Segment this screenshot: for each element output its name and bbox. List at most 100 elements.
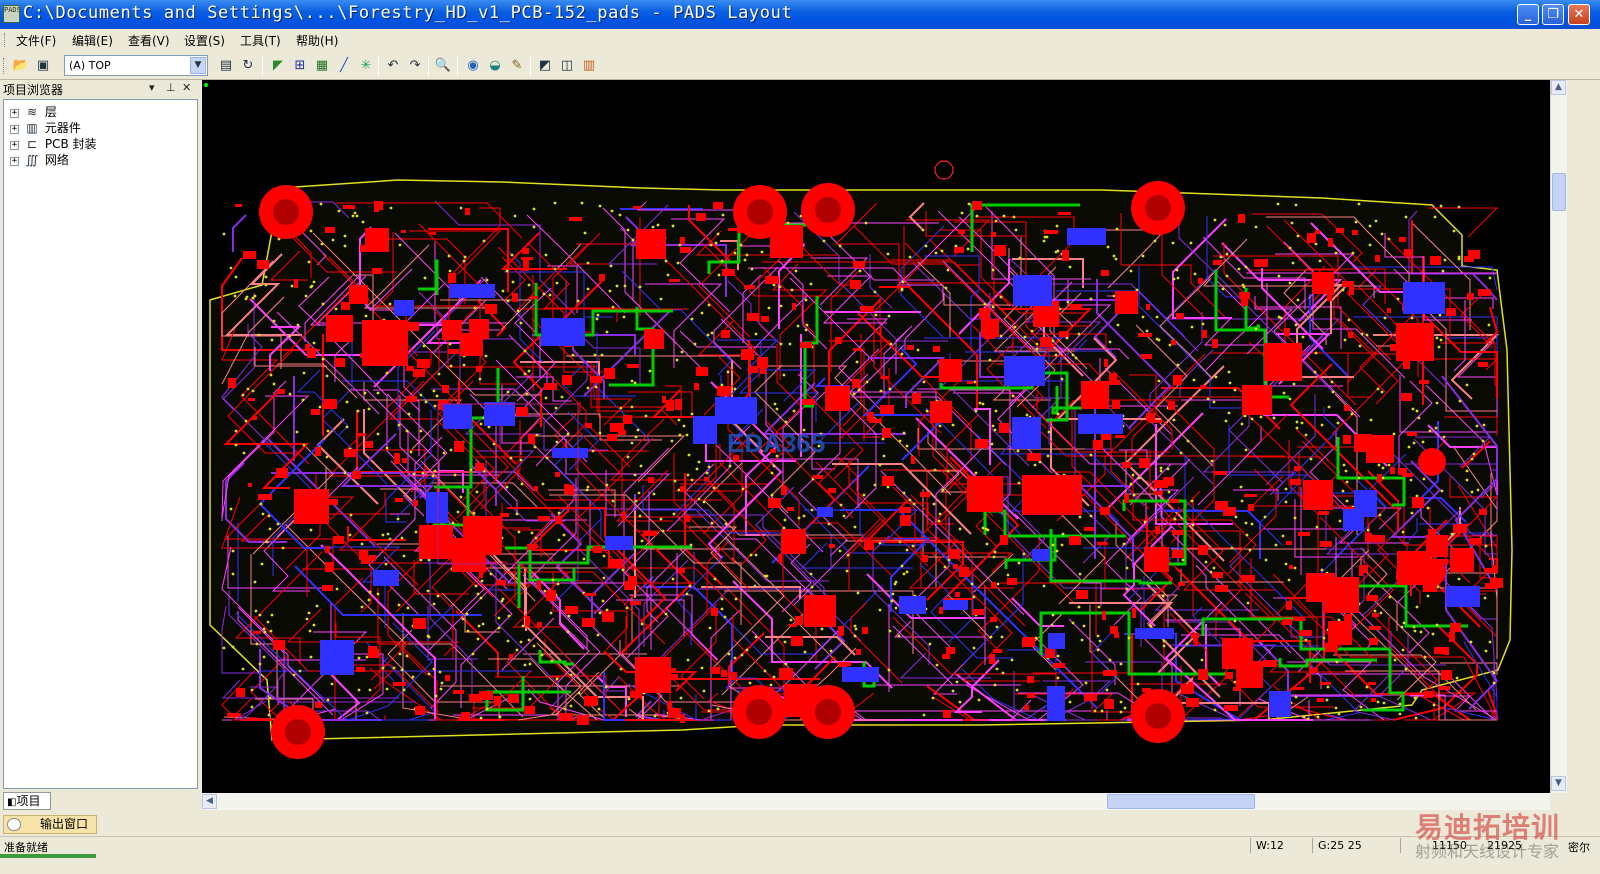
via	[763, 669, 767, 673]
layer-select[interactable]: (A) TOP ▼	[64, 55, 208, 76]
pcb-design-canvas[interactable]: EDA365	[202, 80, 1550, 793]
highlight-icon[interactable]: ✎	[507, 56, 527, 76]
scroll-left-icon[interactable]: ◀	[202, 794, 217, 809]
smd-pad	[973, 609, 984, 615]
tab-project[interactable]: ◧项目	[3, 792, 51, 810]
tree-item-footprints[interactable]: + ⊏ PCB 封装	[10, 135, 97, 151]
via	[680, 350, 684, 354]
pads-icon[interactable]: ▥	[579, 56, 599, 76]
via	[886, 485, 890, 489]
via	[419, 429, 423, 433]
via	[400, 668, 404, 672]
chevron-down-icon[interactable]: ▼	[190, 57, 206, 74]
via	[1157, 338, 1161, 342]
pcb-artwork[interactable]: EDA365	[202, 80, 1550, 793]
via	[1294, 323, 1298, 327]
via	[1071, 621, 1075, 625]
smd-pad	[1401, 393, 1412, 401]
scroll-down-icon[interactable]: ▼	[1551, 776, 1566, 791]
smd-pad	[669, 279, 680, 282]
via	[1225, 274, 1229, 278]
via	[671, 224, 675, 228]
via	[1374, 219, 1378, 223]
report-icon[interactable]: ◩	[535, 56, 555, 76]
maximize-button[interactable]: ❐	[1542, 4, 1564, 25]
via	[475, 490, 479, 494]
horizontal-scrollbar[interactable]: ◀	[202, 793, 1550, 810]
app-icon[interactable]: PADS	[3, 5, 20, 23]
pour-icon[interactable]: ▦	[312, 56, 332, 76]
smd-pad	[1146, 413, 1155, 421]
output-window-tab[interactable]: 输出窗口	[3, 815, 97, 834]
vertical-scrollbar[interactable]: ▲ ▼	[1550, 80, 1567, 793]
expand-icon[interactable]: +	[10, 157, 19, 166]
blue-component	[1135, 628, 1174, 639]
via	[1228, 381, 1232, 385]
blue-component	[1032, 549, 1050, 561]
save-icon[interactable]: ▣	[33, 56, 53, 76]
menu-setup[interactable]: 设置(S)	[184, 32, 225, 49]
ic-package	[1022, 475, 1082, 515]
smd-pad	[1372, 613, 1379, 617]
vertical-scroll-thumb[interactable]	[1552, 173, 1566, 211]
via	[1359, 705, 1363, 709]
menu-tools[interactable]: 工具(T)	[240, 32, 281, 49]
toolbar-grip[interactable]	[3, 58, 6, 74]
zoom-icon[interactable]: 🔍	[433, 56, 453, 76]
via	[396, 517, 400, 521]
scroll-up-icon[interactable]: ▲	[1551, 80, 1566, 95]
menu-file[interactable]: 文件(F)	[16, 32, 56, 49]
via	[989, 635, 993, 639]
expand-icon[interactable]: +	[10, 125, 19, 134]
expand-icon[interactable]: +	[10, 141, 19, 150]
via	[922, 713, 926, 717]
expand-icon[interactable]: +	[10, 109, 19, 118]
undo-icon[interactable]: ↶	[383, 56, 403, 76]
line-icon[interactable]: ╱	[334, 56, 354, 76]
via	[954, 244, 958, 248]
properties-icon[interactable]: ▤	[216, 56, 236, 76]
via	[745, 253, 749, 257]
horizontal-scroll-thumb[interactable]	[1107, 794, 1255, 809]
window-icon[interactable]: ◫	[557, 56, 577, 76]
via	[935, 663, 939, 667]
via	[1288, 281, 1292, 285]
via	[788, 342, 792, 346]
route-icon[interactable]: ◤	[268, 56, 288, 76]
tree-item-components[interactable]: + ▥ 元器件	[10, 119, 81, 135]
via	[1022, 552, 1026, 556]
minimize-button[interactable]: _	[1517, 4, 1539, 25]
smd-pad	[325, 227, 335, 233]
menu-grip[interactable]	[4, 33, 7, 47]
large-pad	[981, 319, 999, 337]
panel-menu-icon[interactable]: ▾	[149, 81, 155, 94]
via	[631, 238, 635, 242]
close-button[interactable]: ✕	[1568, 4, 1590, 25]
open-icon[interactable]: 📂	[11, 56, 31, 76]
panel-close-icon[interactable]: ✕	[182, 81, 191, 94]
via	[991, 268, 995, 272]
smd-pad	[967, 381, 973, 384]
via	[626, 228, 630, 232]
layers-icon[interactable]: ◒	[485, 56, 505, 76]
via	[473, 306, 477, 310]
via	[419, 393, 423, 397]
via	[598, 611, 602, 615]
tree-item-layers[interactable]: + ≋ 层	[10, 103, 57, 119]
pin-icon[interactable]: ⊥	[166, 81, 176, 94]
via	[259, 502, 263, 506]
tree-item-nets[interactable]: + ∭ 网络	[10, 151, 69, 167]
redo-icon[interactable]: ↷	[405, 56, 425, 76]
view-icon[interactable]: ◉	[463, 56, 483, 76]
refresh-icon[interactable]: ↻	[238, 56, 258, 76]
menu-view[interactable]: 查看(V)	[128, 32, 170, 49]
blue-component	[693, 416, 717, 444]
via	[1162, 639, 1166, 643]
snap-icon[interactable]: ✳	[356, 56, 376, 76]
grid-icon[interactable]: ⊞	[290, 56, 310, 76]
menu-edit[interactable]: 编辑(E)	[72, 32, 113, 49]
via	[852, 392, 856, 396]
menu-help[interactable]: 帮助(H)	[296, 32, 338, 49]
via	[733, 656, 737, 660]
via	[1043, 235, 1047, 239]
